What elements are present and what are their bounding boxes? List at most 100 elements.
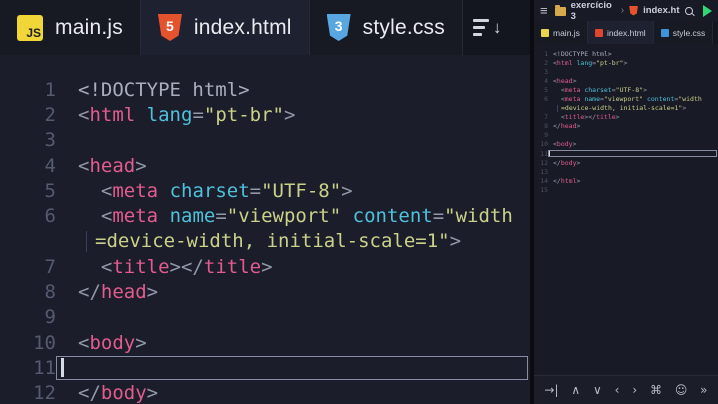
code-line[interactable]: 3	[534, 67, 718, 76]
code-line[interactable]: 14</html>	[534, 176, 718, 185]
code-token: <	[101, 256, 112, 278]
menu-icon[interactable]: ≡	[540, 3, 548, 18]
code-token: html	[561, 177, 577, 185]
code-line[interactable]: 1<!DOCTYPE html>	[534, 49, 718, 58]
left-chevron-icon[interactable]: ‹	[615, 384, 620, 396]
code-token: lang	[577, 59, 593, 67]
code-editor[interactable]: 1<!DOCTYPE html>2<html lang="pt-br">34<h…	[0, 55, 530, 404]
code-token: <	[78, 104, 89, 126]
code-line[interactable]: 12</body>	[534, 158, 718, 167]
line-number: 6	[0, 205, 56, 227]
code-line[interactable]: 8</head>	[534, 122, 718, 131]
breadcrumb-separator: ›	[621, 5, 624, 16]
code-line[interactable]: 9	[534, 131, 718, 140]
mini-tab-style.css[interactable]: style.css	[654, 21, 714, 44]
command-key-icon[interactable]: ⌘	[650, 384, 662, 396]
up-arrow-icon[interactable]: ∧	[571, 384, 580, 396]
line-number: 10	[534, 140, 548, 148]
code-token: meta	[112, 205, 158, 227]
tab-key-icon[interactable]: →|	[544, 384, 558, 396]
more-icon[interactable]: »	[700, 384, 707, 396]
code-line-content: <html lang="pt-br">	[548, 58, 627, 67]
code-line[interactable]: 6 <meta name="viewport" content="width	[534, 94, 718, 103]
code-line[interactable]: 5 <meta charset="UTF-8">	[534, 85, 718, 94]
code-line[interactable]: 2<html lang="pt-br">	[0, 102, 530, 127]
run-button[interactable]	[703, 5, 712, 17]
code-token: "pt-br"	[596, 59, 623, 67]
tab-label: index.html	[194, 16, 292, 40]
code-line[interactable]: 3	[0, 128, 530, 153]
code-token	[135, 104, 146, 126]
symbol-toolbar: →| ∧ ∨ ‹ › ⌘ ☺ »	[534, 375, 718, 404]
emoji-icon[interactable]: ☺	[675, 384, 688, 396]
code-line-content: =device-width, initial-scale=1">	[548, 104, 686, 113]
code-line[interactable]: =device-width, initial-scale=1">	[0, 229, 530, 254]
code-line[interactable]: 7 <title></title>	[0, 254, 530, 279]
mini-tab-label: style.css	[673, 28, 706, 38]
code-line[interactable]: 11	[0, 355, 530, 380]
sort-lines-icon[interactable]: ↓	[473, 19, 502, 36]
code-line-content: </body>	[548, 158, 580, 167]
code-token: head	[557, 77, 573, 85]
code-line[interactable]: 11	[534, 149, 718, 158]
code-line-content: <head>	[56, 153, 147, 178]
line-number: 3	[534, 68, 548, 76]
code-token: lang	[147, 104, 193, 126]
code-token: =device-width, initial-scale=1"	[561, 104, 682, 112]
code-token: >	[576, 122, 580, 130]
code-line[interactable]: =device-width, initial-scale=1">	[534, 104, 718, 113]
code-line[interactable]: 6 <meta name="viewport" content="width	[0, 203, 530, 228]
right-chevron-icon[interactable]: ›	[632, 384, 637, 396]
mini-tab-label: main.js	[553, 28, 580, 38]
code-line-content: <!DOCTYPE html>	[56, 77, 250, 102]
code-token: content	[647, 95, 674, 103]
breadcrumb-file[interactable]: index.ht	[643, 5, 679, 16]
code-token: </	[553, 159, 561, 167]
code-line[interactable]: 9	[0, 305, 530, 330]
code-line[interactable]: 7 <title></title>	[534, 113, 718, 122]
code-line[interactable]: 5 <meta charset="UTF-8">	[0, 178, 530, 203]
code-line[interactable]: 2<html lang="pt-br">	[534, 58, 718, 67]
line-number: 2	[534, 59, 548, 67]
code-line[interactable]: 4<head>	[534, 76, 718, 85]
code-line[interactable]: 13	[534, 167, 718, 176]
code-token: charset	[170, 180, 250, 202]
code-token: body	[89, 332, 135, 354]
breadcrumb-folder[interactable]: exercício 3	[571, 0, 616, 22]
code-line[interactable]: 10<body>	[0, 330, 530, 355]
code-line[interactable]: 10<body>	[534, 140, 718, 149]
mini-tab-main.js[interactable]: main.js	[534, 21, 588, 44]
mini-code-editor[interactable]: 1<!DOCTYPE html>2<html lang="pt-br">34<h…	[534, 44, 718, 375]
code-token: name	[170, 205, 216, 227]
code-token: >	[284, 104, 295, 126]
file-icon-badge: 5	[166, 18, 174, 34]
js-file-icon: JS	[17, 15, 43, 41]
code-token: >	[147, 382, 158, 404]
app-header: ≡ exercício 3 › index.ht	[534, 0, 718, 21]
code-line-content	[548, 131, 553, 140]
code-line-content: <title></title>	[56, 254, 273, 279]
code-line[interactable]: 15	[534, 185, 718, 194]
code-token	[78, 256, 101, 278]
line-number: 3	[0, 129, 56, 151]
code-line-content: </head>	[548, 122, 580, 131]
code-line[interactable]: 4<head>	[0, 153, 530, 178]
line-number: 4	[534, 77, 548, 85]
code-token: "width	[678, 95, 701, 103]
tab-main.js[interactable]: JSmain.js	[0, 0, 141, 55]
app-window: JSmain.js5index.html3style.css ↓ 1<!DOCT…	[0, 0, 718, 404]
zoom-search-icon[interactable]	[685, 7, 693, 15]
down-arrow-icon[interactable]: ∨	[593, 384, 602, 396]
code-line[interactable]: 12</body>	[0, 381, 530, 404]
code-token: >	[135, 332, 146, 354]
tab-style.css[interactable]: 3style.css	[310, 0, 463, 55]
code-line[interactable]: 1<!DOCTYPE html>	[0, 77, 530, 102]
code-token: "UTF-8"	[261, 180, 341, 202]
code-token: "width	[444, 205, 513, 227]
tab-index.html[interactable]: 5 index.html	[141, 0, 310, 55]
code-token	[78, 180, 101, 202]
code-line-content	[548, 149, 553, 158]
code-line[interactable]: 8</head>	[0, 279, 530, 304]
code-line-content	[56, 355, 78, 380]
mini-tab-index.html[interactable]: index.html	[588, 21, 654, 44]
